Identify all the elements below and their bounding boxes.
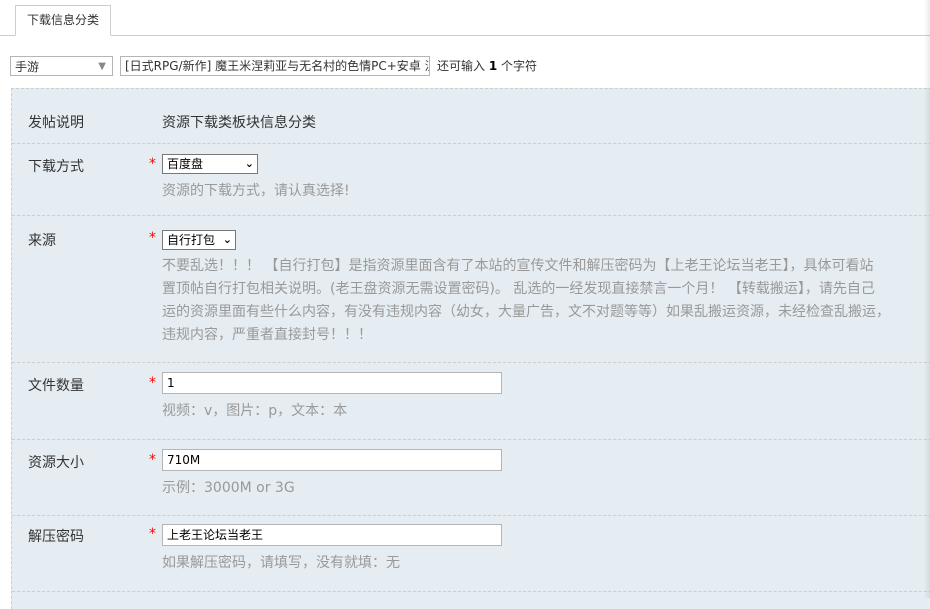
source-value: 自行打包 xyxy=(167,233,216,247)
counter-suffix: 个字符 xyxy=(501,59,538,73)
counter-number: 1 xyxy=(488,59,498,73)
row-label: 文件数量 xyxy=(28,378,84,394)
form-row-file-count: 文件数量 * 1 视频：v，图片：p，文本：本 xyxy=(12,362,930,440)
form-row-source: 来源 * 自行打包 ⌄ 不要乱选！！！ 【自行打包】是指资源里面含有了本站的宣传… xyxy=(12,215,930,363)
resource-size-input[interactable]: 710M xyxy=(162,449,502,471)
chevron-down-icon: ⌄ xyxy=(222,233,232,246)
tab-bar: 下载信息分类 xyxy=(0,0,930,36)
required-mark: * xyxy=(149,452,156,468)
chevron-down-icon: ⌄ xyxy=(244,157,254,170)
field-hint: 视频：v，图片：p，文本：本 xyxy=(162,403,348,419)
row-label: 下载方式 xyxy=(28,159,84,175)
field-hint: 如果解压密码，请填写，没有就填：无 xyxy=(162,555,400,571)
download-method-value: 百度盘 xyxy=(167,157,204,171)
row-label: 来源 xyxy=(28,233,56,249)
file-count-input[interactable]: 1 xyxy=(162,372,502,394)
form-row-resource-size: 资源大小 * 710M 示例：3000M or 3G xyxy=(12,439,930,516)
row-label: 资源大小 xyxy=(28,455,84,471)
classification-form: 发帖说明 资源下载类板块信息分类 下载方式 * 百度盘 ⌄ 资源的下载方式，请认… xyxy=(11,88,930,609)
required-mark: * xyxy=(149,375,156,391)
char-counter: 还可输入 1 个字符 xyxy=(437,56,537,76)
form-row-description: 发帖说明 资源下载类板块信息分类 xyxy=(12,89,930,144)
form-row-download-method: 下载方式 * 百度盘 ⌄ 资源的下载方式，请认真选择! xyxy=(12,143,930,216)
form-row-unzip-password: 解压密码 * 上老王论坛当老王 如果解压密码，请填写，没有就填：无 xyxy=(12,515,930,592)
source-select[interactable]: 自行打包 ⌄ xyxy=(162,230,236,250)
download-method-select[interactable]: 百度盘 ⌄ xyxy=(162,154,258,174)
row-label: 解压密码 xyxy=(28,529,84,545)
category-select[interactable]: 手游 ▼ xyxy=(10,56,113,76)
source-hint-line: 违规内容，严重者直接封号！！！ xyxy=(162,327,372,343)
unzip-password-input[interactable]: 上老王论坛当老王 xyxy=(162,524,502,546)
title-row: 手游 ▼ [日式RPG/新作] 魔王米涅莉亚与无名村的色情PC+安卓 汉 还可输… xyxy=(0,54,930,80)
source-hint-line: 运的资源里面有些什么内容，有没有违规内容（幼女，大量广告，文不对题等等）如果乱搬… xyxy=(162,304,890,320)
required-mark: * xyxy=(149,230,156,246)
required-mark: * xyxy=(149,156,156,172)
counter-prefix: 还可输入 xyxy=(437,59,486,73)
category-value: 手游 xyxy=(15,60,40,74)
row-value: 资源下载类板块信息分类 xyxy=(162,115,316,131)
field-hint: 资源的下载方式，请认真选择! xyxy=(162,183,350,199)
row-label: 发帖说明 xyxy=(28,115,84,131)
thread-title-input[interactable]: [日式RPG/新作] 魔王米涅莉亚与无名村的色情PC+安卓 汉 xyxy=(120,56,430,76)
source-hint-line: 置顶帖自行打包相关说明。(老王盘资源无需设置密码)。 乱选的一经发现直接禁言一个… xyxy=(162,281,875,297)
chevron-down-icon: ▼ xyxy=(98,61,106,72)
source-hint-line: 不要乱选！！！ 【自行打包】是指资源里面含有了本站的宣传文件和解压密码为【上老王… xyxy=(162,258,874,274)
window-edge-shadow xyxy=(924,0,930,598)
tab-download-info[interactable]: 下载信息分类 xyxy=(15,5,112,36)
field-hint: 示例：3000M or 3G xyxy=(162,480,295,496)
required-mark: * xyxy=(149,526,156,542)
